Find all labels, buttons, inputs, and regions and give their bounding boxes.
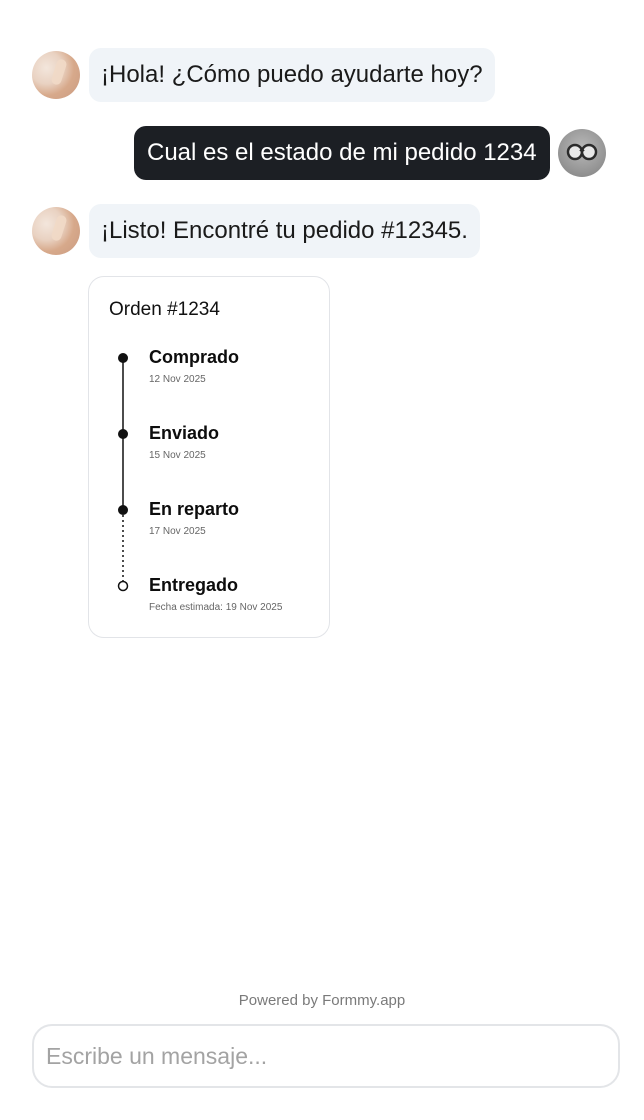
step-dot-enviado [118,429,128,439]
step-date-enviado: 15 Nov 2025 [149,450,206,461]
step-dot-comprado [118,353,128,363]
message-input[interactable] [34,1026,618,1086]
step-dot-en-reparto [118,505,128,515]
step-label-entregado: Entregado [149,575,239,595]
step-date-comprado: 12 Nov 2025 [149,374,206,385]
step-label-en-reparto: En reparto [149,499,240,519]
step-date-entregado: Fecha estimada: 19 Nov 2025 [149,602,283,613]
order-status-card: Orden #1234 Comprado 12 Nov 2025 Enviado… [88,276,330,638]
glasses-icon [566,143,597,161]
message-user-1: Cual es el estado de mi pedido 1234 [134,126,606,180]
step-label-comprado: Comprado [149,347,239,367]
powered-by-link[interactable]: Powered by Formmy.app [0,992,644,1009]
bot-avatar-icon [32,51,80,99]
message-bot-2: ¡Listo! Encontré tu pedido #12345. [32,204,480,258]
chat-window: ¡Hola! ¿Cómo puedo ayudarte hoy? Cual es… [0,0,644,1120]
user-message-bubble: Cual es el estado de mi pedido 1234 [134,126,550,180]
message-composer [32,1024,620,1088]
message-bot-1: ¡Hola! ¿Cómo puedo ayudarte hoy? [32,48,495,102]
bot-message-bubble: ¡Listo! Encontré tu pedido #12345. [89,204,480,258]
user-avatar-icon [557,129,606,177]
bot-avatar-icon [32,207,80,255]
step-dot-entregado [117,580,129,592]
step-label-enviado: Enviado [149,423,220,443]
bot-message-bubble: ¡Hola! ¿Cómo puedo ayudarte hoy? [89,48,495,102]
step-date-en-reparto: 17 Nov 2025 [149,526,206,537]
